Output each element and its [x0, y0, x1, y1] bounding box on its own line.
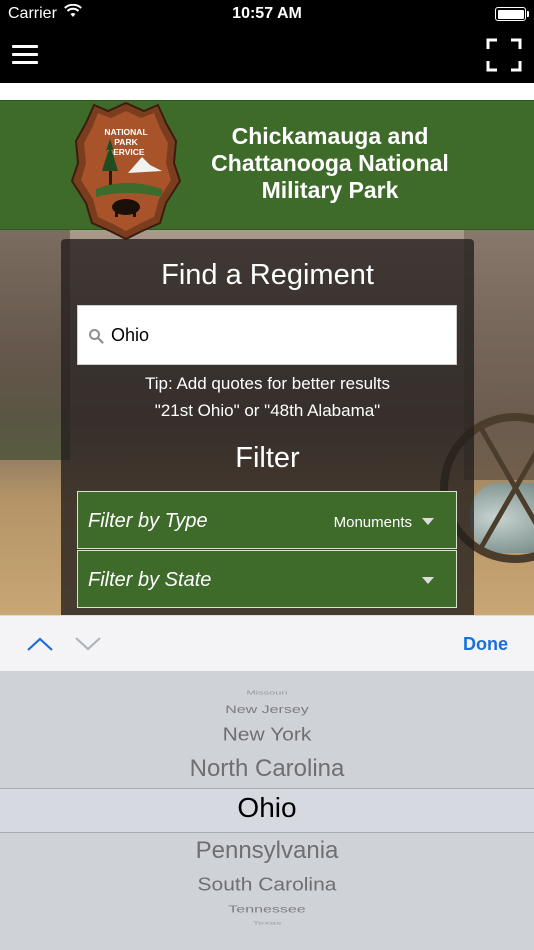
filter-by-state-dropdown[interactable]: Filter by State [77, 550, 457, 608]
logo-text-line1: NATIONAL [104, 127, 147, 137]
chevron-up-icon[interactable] [26, 636, 54, 652]
status-bar: Carrier 10:57 AM [0, 0, 534, 28]
search-tip-line1: Tip: Add quotes for better results [144, 374, 391, 393]
picker-item[interactable]: Tennessee [0, 904, 534, 916]
picker-toolbar: Done [0, 615, 534, 671]
picker-item[interactable]: New York [0, 724, 534, 745]
search-tip: Tip: Add quotes for better results "21st… [61, 370, 474, 424]
regiment-search-input[interactable]: Ohio [77, 305, 457, 365]
main-content: NATIONAL PARK SERVICE Chickamauga and Ch… [0, 83, 534, 615]
logo-text-line2: PARK [114, 137, 138, 147]
filter-by-state-label: Filter by State [88, 569, 212, 591]
picker-item[interactable]: South Carolina [0, 874, 534, 895]
picker-item[interactable]: North Carolina [0, 755, 534, 783]
done-button[interactable]: Done [463, 634, 508, 655]
search-icon [89, 329, 104, 344]
filter-by-type-value: Monuments [333, 514, 412, 531]
state-picker-wheel[interactable]: Missouri New Jersey New York North Carol… [0, 671, 534, 950]
picker-item[interactable]: Texas [0, 920, 534, 925]
search-input-value[interactable]: Ohio [111, 325, 149, 346]
fullscreen-expand-icon[interactable] [486, 38, 522, 72]
status-time: 10:57 AM [232, 5, 302, 22]
picker-item[interactable]: Missouri [0, 690, 534, 696]
dropdown-caret-icon [422, 518, 434, 525]
dropdown-caret-icon [422, 577, 434, 584]
park-title-line2: Chattanooga National [211, 150, 449, 176]
find-regiment-panel: Find a Regiment Ohio Tip: Add quotes for… [61, 239, 474, 615]
chevron-down-icon[interactable] [74, 636, 102, 652]
picker-item[interactable]: New Jersey [0, 704, 534, 717]
background-trees [0, 230, 70, 460]
filter-title: Filter [235, 442, 300, 474]
picker-item-selected[interactable]: Ohio [0, 792, 534, 824]
nps-arrowhead-logo-icon: NATIONAL PARK SERVICE [70, 101, 182, 241]
battery-icon [495, 7, 529, 21]
park-title: Chickamauga and Chattanooga National Mil… [190, 123, 470, 204]
find-regiment-title: Find a Regiment [161, 259, 374, 291]
filter-by-type-label: Filter by Type [88, 510, 208, 532]
filter-by-type-dropdown[interactable]: Filter by Type Monuments [77, 491, 457, 549]
nav-bar [0, 28, 534, 83]
hamburger-menu-icon[interactable] [12, 43, 40, 67]
park-header-banner: NATIONAL PARK SERVICE Chickamauga and Ch… [0, 100, 534, 241]
park-title-line3: Military Park [261, 177, 399, 203]
park-title-line1: Chickamauga and [231, 123, 429, 149]
search-tip-line2: "21st Ohio" or "48th Alabama" [154, 401, 381, 420]
picker-item[interactable]: Pennsylvania [0, 837, 534, 865]
